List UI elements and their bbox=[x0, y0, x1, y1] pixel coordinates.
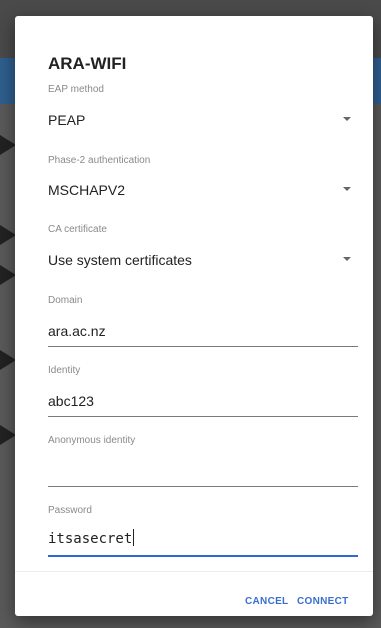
background-list-icon bbox=[0, 425, 16, 445]
background-list-icon bbox=[0, 265, 16, 285]
domain-underline bbox=[48, 346, 358, 347]
cancel-button[interactable]: CANCEL bbox=[245, 596, 288, 607]
phase2-label: Phase-2 authentication bbox=[48, 155, 151, 166]
password-field: itsasecret bbox=[48, 529, 135, 547]
background-list-icon bbox=[0, 225, 16, 245]
text-cursor bbox=[133, 529, 135, 546]
background-list-icon bbox=[0, 135, 16, 155]
domain-value: ara.ac.nz bbox=[48, 323, 106, 339]
anon-identity-label: Anonymous identity bbox=[48, 435, 136, 446]
phase2-value: MSCHAPV2 bbox=[48, 182, 126, 198]
eap-method-label: EAP method bbox=[48, 84, 104, 95]
password-underline-focused bbox=[48, 555, 358, 557]
arrow-drop-down-icon bbox=[343, 187, 351, 191]
identity-value: abc123 bbox=[48, 393, 94, 409]
ca-cert-label: CA certificate bbox=[48, 224, 107, 235]
password-value: itsasecret bbox=[48, 531, 133, 547]
identity-label: Identity bbox=[48, 365, 81, 376]
dialog-divider bbox=[15, 571, 373, 572]
background-list-icon bbox=[0, 350, 16, 370]
anon-identity-underline bbox=[48, 486, 358, 487]
wifi-config-dialog: ARA-WIFI EAP method PEAP Phase-2 authent… bbox=[15, 16, 373, 616]
identity-input[interactable] bbox=[48, 386, 358, 414]
password-label: Password bbox=[48, 505, 92, 516]
connect-button[interactable]: CONNECT bbox=[297, 596, 349, 607]
arrow-drop-down-icon bbox=[343, 117, 351, 121]
dialog-title: ARA-WIFI bbox=[48, 54, 127, 73]
arrow-drop-down-icon bbox=[343, 257, 351, 261]
anon-identity-input[interactable] bbox=[48, 456, 358, 484]
eap-method-value: PEAP bbox=[48, 112, 86, 128]
domain-label: Domain bbox=[48, 295, 83, 306]
identity-underline bbox=[48, 416, 358, 417]
ca-cert-value: Use system certificates bbox=[48, 252, 192, 268]
eap-method-dropdown[interactable] bbox=[48, 106, 358, 134]
